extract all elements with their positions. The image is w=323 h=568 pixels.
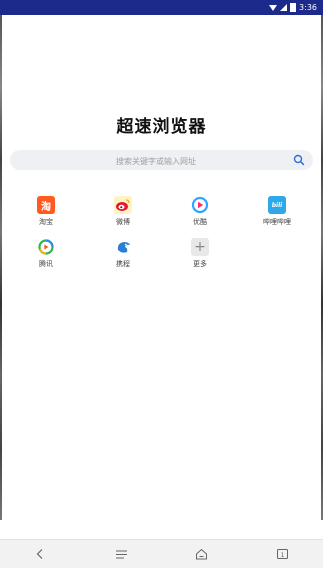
back-button[interactable] [20,540,60,568]
menu-icon [115,550,127,558]
bilibili-icon: bili [268,196,286,214]
shortcut-label: 优酷 [193,218,207,226]
taobao-icon: 淘 [37,196,55,214]
shortcut-label: 哔哩哔哩 [263,218,291,226]
shortcut-label: 淘宝 [39,218,53,226]
search-bar[interactable] [10,150,313,172]
tabs-icon: 1 [277,549,289,559]
shortcut-label: 腾讯 [39,260,53,268]
tabs-button[interactable]: 1 [263,540,303,568]
bottom-nav-bar: 1 [0,539,323,568]
back-icon [37,549,43,559]
shortcut-bilibili[interactable]: bili 哔哩哔哩 [252,196,302,226]
shortcut-taobao[interactable]: 淘 淘宝 [21,196,71,226]
shortcut-tencent[interactable]: 腾讯 [21,238,71,268]
tabs-count: 1 [281,552,285,559]
shortcut-label: 携程 [116,260,130,268]
wifi-icon [269,4,278,11]
shortcut-ctrip[interactable]: 携程 [98,238,148,268]
app-title: 超速浏览器 [116,117,207,137]
youku-icon [191,196,209,214]
shortcut-label: 微博 [116,218,130,226]
plus-icon: + [191,238,209,256]
search-icon[interactable] [293,154,305,166]
ctrip-icon [114,238,132,256]
shortcut-label: 更多 [193,260,207,268]
weibo-icon [114,196,132,214]
left-edge [0,15,2,520]
status-time: 3:36 [299,3,317,12]
home-button[interactable] [182,540,222,568]
shortcut-more[interactable]: + 更多 [175,238,225,268]
menu-button[interactable] [101,540,141,568]
home-icon [196,548,208,560]
tencent-icon [37,238,55,256]
status-bar: 3:36 [0,0,323,15]
search-input[interactable] [24,150,288,172]
battery-icon [290,3,297,12]
shortcut-youku[interactable]: 优酷 [175,196,225,226]
signal-icon [280,4,288,11]
shortcut-weibo[interactable]: 微博 [98,196,148,226]
